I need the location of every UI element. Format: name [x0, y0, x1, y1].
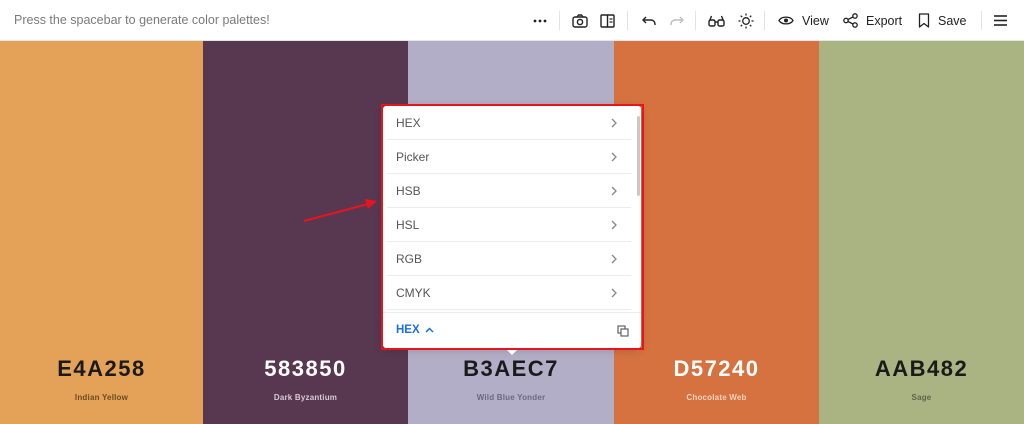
brightness-icon[interactable]	[738, 0, 754, 41]
format-option-hex[interactable]: HEX	[387, 106, 631, 140]
undo-icon[interactable]	[642, 0, 656, 41]
view-button[interactable]: View	[778, 0, 829, 41]
format-option-hsb[interactable]: HSB	[387, 174, 631, 208]
swatch-hex-code[interactable]: AAB482	[819, 356, 1024, 382]
swatch-color-name: Indian Yellow	[74, 393, 129, 402]
format-option-picker[interactable]: Picker	[387, 140, 631, 174]
swatch-color-name: Dark Byzantium	[273, 393, 338, 402]
format-option-label: HEX	[396, 115, 421, 130]
toolbar-divider	[981, 11, 982, 30]
save-label: Save	[938, 13, 967, 28]
export-button[interactable]: Export	[843, 0, 902, 41]
camera-icon[interactable]	[572, 0, 588, 41]
swatch-color-name: Sage	[911, 393, 932, 402]
share-icon	[843, 13, 858, 28]
save-button[interactable]: Save	[918, 0, 967, 41]
swatch-hex-code[interactable]: D57240	[614, 356, 819, 382]
dropdown-pointer	[505, 348, 519, 355]
hamburger-menu-icon[interactable]	[994, 0, 1007, 41]
top-toolbar: Press the spacebar to generate color pal…	[0, 0, 1024, 41]
format-mode-label: HEX	[396, 324, 420, 336]
toolbar-divider	[627, 11, 628, 30]
spacebar-hint: Press the spacebar to generate color pal…	[14, 13, 270, 27]
format-option-label: HSL	[396, 217, 420, 232]
format-option-label: Picker	[396, 149, 430, 164]
eye-icon	[778, 15, 794, 26]
swatch-color-name: Wild Blue Yonder	[476, 393, 546, 402]
format-mode-toggle[interactable]: HEX	[396, 324, 434, 336]
chevron-right-icon	[611, 118, 617, 128]
toolbar-divider	[695, 11, 696, 30]
more-horizontal-icon[interactable]	[533, 0, 547, 41]
format-option-label: HSB	[396, 183, 421, 198]
format-option-cmyk[interactable]: CMYK	[387, 276, 631, 310]
chevron-right-icon	[611, 220, 617, 230]
chevron-right-icon	[611, 186, 617, 196]
format-option-label: RGB	[396, 251, 423, 266]
format-option-label: CMYK	[396, 285, 431, 300]
format-option-hsl[interactable]: HSL	[387, 208, 631, 242]
swatch-hex-code[interactable]: 583850	[203, 356, 408, 382]
swatch-hex-code[interactable]: E4A258	[0, 356, 203, 382]
toolbar-divider	[764, 11, 765, 30]
chevron-right-icon	[611, 288, 617, 298]
glasses-icon[interactable]	[708, 0, 725, 41]
color-swatch[interactable]: AAB482 Sage	[819, 41, 1024, 424]
redo-icon[interactable]	[670, 0, 684, 41]
color-swatch[interactable]: 583850 Dark Byzantium	[203, 41, 408, 424]
color-swatch[interactable]: D57240 Chocolate Web	[614, 41, 819, 424]
view-label: View	[802, 13, 829, 28]
bookmark-icon	[918, 13, 930, 28]
color-swatch[interactable]: E4A258 Indian Yellow	[0, 41, 203, 424]
dropdown-scrollbar[interactable]	[637, 116, 640, 196]
toolbar-divider	[559, 11, 560, 30]
chevron-up-icon	[425, 327, 434, 333]
dropdown-footer: HEX	[383, 312, 641, 348]
layout-icon[interactable]	[600, 0, 615, 41]
copy-icon[interactable]	[617, 324, 629, 342]
chevron-right-icon	[611, 152, 617, 162]
format-option-rgb[interactable]: RGB	[387, 242, 631, 276]
swatch-color-name: Chocolate Web	[686, 393, 747, 402]
swatch-hex-code[interactable]: B3AEC7	[408, 356, 614, 382]
export-label: Export	[866, 13, 903, 28]
chevron-right-icon	[611, 254, 617, 264]
